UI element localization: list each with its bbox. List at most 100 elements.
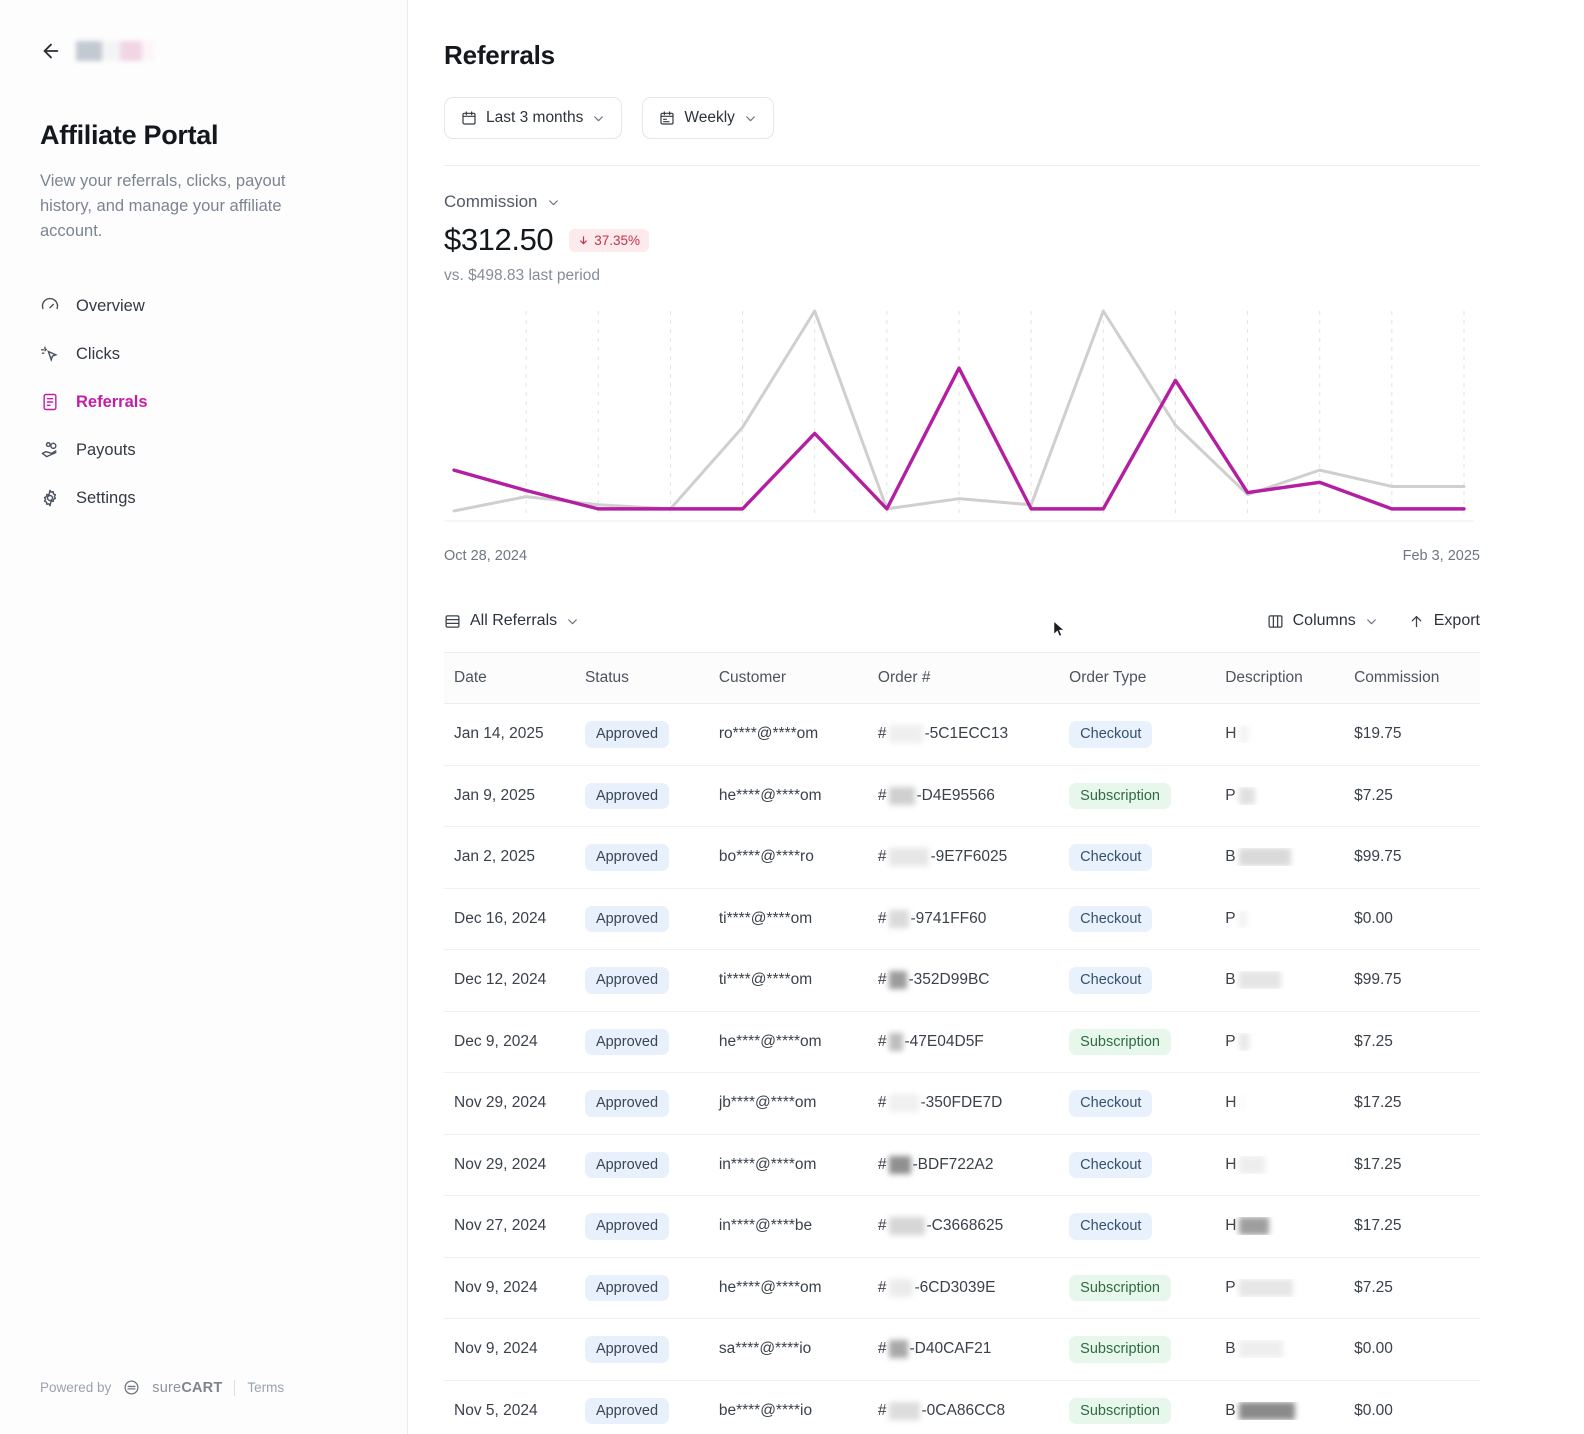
cell-order-number: # -9741FF60 <box>877 888 1070 950</box>
redacted-block <box>1239 1217 1270 1236</box>
cell-date: Dec 16, 2024 <box>444 888 585 950</box>
sidebar-item-settings[interactable]: Settings <box>0 479 407 517</box>
table-row[interactable]: Dec 9, 2024 Approved he****@****om # -47E04D… <box>444 1011 1480 1073</box>
cell-status: Approved <box>584 1072 719 1135</box>
gauge-icon <box>41 298 59 310</box>
cell-date: Nov 27, 2024 <box>444 1195 585 1258</box>
date-range-filter[interactable]: Last 3 months <box>444 97 623 139</box>
redacted-block <box>888 1094 919 1113</box>
column-header-order[interactable]: Order # <box>877 652 1070 704</box>
cell-order-number: # -BDF722A2 <box>877 1134 1070 1196</box>
order-type-badge: Subscription <box>1069 1028 1171 1055</box>
cell-description: B <box>1225 1318 1355 1381</box>
calendar-icon <box>462 111 476 125</box>
table-row[interactable]: Nov 9, 2024 Approved sa****@****io # -D40CAF… <box>444 1318 1480 1381</box>
sidebar-item-clicks[interactable]: Clicks <box>0 335 407 373</box>
cell-customer: he****@****om <box>718 765 878 827</box>
table-row[interactable]: Dec 16, 2024 Approved ti****@****om # -9741F… <box>444 888 1480 950</box>
chart-start-date: Oct 28, 2024 <box>444 548 528 564</box>
export-button[interactable]: Export <box>1408 612 1480 630</box>
main-content: Referrals Last 3 months Weekly Commissio… <box>408 0 1584 1434</box>
cell-commission: $7.25 <box>1354 1257 1480 1319</box>
cell-commission: $7.25 <box>1354 1011 1480 1073</box>
metric-selector[interactable]: Commission <box>444 192 1480 212</box>
table-toolbar: All Referrals Columns Export <box>444 612 1480 630</box>
table-body: Jan 14, 2025 Approved ro****@****om # -5C1EC… <box>444 703 1480 1434</box>
column-header-status[interactable]: Status <box>584 652 719 704</box>
cell-description: P <box>1225 1011 1355 1073</box>
cell-commission: $0.00 <box>1354 1318 1480 1381</box>
cell-customer: sa****@****io <box>718 1318 878 1381</box>
interval-filter[interactable]: Weekly <box>642 97 774 139</box>
column-header-order-type[interactable]: Order Type <box>1069 652 1226 704</box>
cell-order-type: Subscription <box>1069 765 1226 827</box>
cell-customer: ti****@****om <box>718 888 878 950</box>
cell-status: Approved <box>584 1134 719 1196</box>
cell-order-number: # -D4E95566 <box>877 765 1070 827</box>
redacted-block <box>1238 1278 1293 1297</box>
redacted-block <box>888 971 907 990</box>
table-row[interactable]: Jan 2, 2025 Approved bo****@****ro # -9E7F60… <box>444 826 1480 889</box>
sidebar-item-referrals[interactable]: Referrals <box>0 383 407 421</box>
cell-commission: $17.25 <box>1354 1134 1480 1196</box>
order-type-badge: Checkout <box>1069 844 1153 871</box>
cell-order-type: Checkout <box>1069 826 1226 889</box>
cell-customer: ro****@****om <box>718 703 878 766</box>
interval-label: Weekly <box>684 109 735 126</box>
column-header-commission[interactable]: Commission <box>1354 652 1480 704</box>
column-header-date[interactable]: Date <box>444 652 585 704</box>
sidebar-item-payouts[interactable]: Payouts <box>0 431 407 469</box>
chart-canvas <box>444 309 1474 522</box>
cell-commission: $19.75 <box>1354 703 1480 766</box>
surecart-logo-icon <box>124 1380 139 1395</box>
table-row[interactable]: Nov 29, 2024 Approved jb****@****om # -350FD… <box>444 1072 1480 1135</box>
table-row[interactable]: Nov 9, 2024 Approved he****@****om # -6CD303… <box>444 1257 1480 1319</box>
cell-order-number: # -0CA86CC8 <box>877 1380 1070 1434</box>
document-list-icon <box>43 394 57 411</box>
table-row[interactable]: Nov 29, 2024 Approved in****@****om # -BDF72… <box>444 1134 1480 1196</box>
status-badge: Approved <box>584 1151 670 1178</box>
table-header-row: Date Status Customer Order # Order Type … <box>444 652 1480 704</box>
order-type-badge: Checkout <box>1069 721 1153 748</box>
cell-customer: he****@****om <box>718 1011 878 1073</box>
status-badge: Approved <box>584 1090 670 1117</box>
metric-comparison: vs. $498.83 last period <box>444 267 600 284</box>
order-type-badge: Checkout <box>1069 967 1153 994</box>
status-badge: Approved <box>584 1028 670 1055</box>
cell-commission: $99.75 <box>1354 826 1480 889</box>
cell-description: B <box>1225 949 1355 1012</box>
terms-link[interactable]: Terms <box>247 1380 284 1395</box>
table-row[interactable]: Dec 12, 2024 Approved ti****@****om # -352D9… <box>444 949 1480 1012</box>
columns-button[interactable]: Columns <box>1267 612 1378 630</box>
cell-date: Jan 9, 2025 <box>444 765 585 827</box>
rows-icon <box>445 614 460 628</box>
arrow-down-icon <box>580 235 588 244</box>
cell-order-type: Subscription <box>1069 1318 1226 1381</box>
column-header-customer[interactable]: Customer <box>718 652 878 704</box>
table-row[interactable]: Jan 14, 2025 Approved ro****@****om # -5C1EC… <box>444 703 1480 766</box>
status-badge: Approved <box>584 905 670 932</box>
table-row[interactable]: Nov 5, 2024 Approved be****@****io # -0CA86C… <box>444 1380 1480 1434</box>
view-filter-button[interactable]: All Referrals <box>444 612 579 630</box>
cell-order-number: # -D40CAF21 <box>877 1318 1070 1381</box>
redacted-block <box>1239 725 1250 744</box>
sidebar-item-label: Referrals <box>76 392 148 411</box>
cell-order-type: Checkout <box>1069 949 1226 1012</box>
portal-title: Affiliate Portal <box>40 120 219 150</box>
cell-order-number: # -5C1ECC13 <box>877 703 1070 766</box>
cell-description: H <box>1225 1195 1355 1258</box>
sidebar-item-overview[interactable]: Overview <box>0 287 407 325</box>
sidebar-footer: Powered by sureCART Terms <box>40 1379 284 1396</box>
cell-description: P <box>1225 888 1355 950</box>
redacted-block <box>1239 1155 1266 1174</box>
redacted-logo <box>76 41 154 61</box>
table-row[interactable]: Nov 27, 2024 Approved in****@****be # -C3668… <box>444 1195 1480 1258</box>
back-arrow-icon[interactable] <box>40 40 62 62</box>
cell-order-type: Checkout <box>1069 703 1226 766</box>
cell-order-type: Subscription <box>1069 1380 1226 1434</box>
column-header-description[interactable]: Description <box>1225 652 1355 704</box>
cell-description: P <box>1225 765 1355 827</box>
cell-date: Nov 29, 2024 <box>444 1072 585 1135</box>
status-badge: Approved <box>584 967 670 994</box>
table-row[interactable]: Jan 9, 2025 Approved he****@****om # -D4E955… <box>444 765 1480 827</box>
